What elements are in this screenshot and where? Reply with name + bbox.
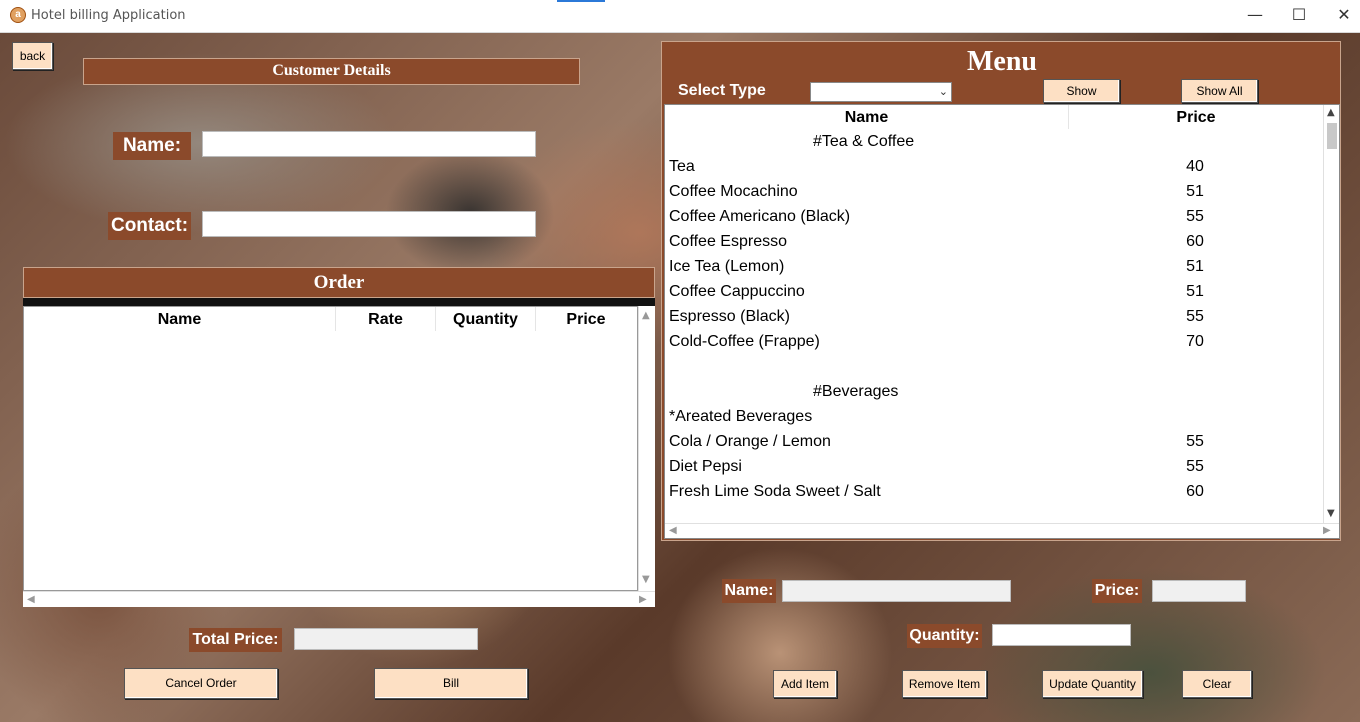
item-price-field[interactable] [1152,580,1246,602]
scroll-thumb[interactable] [1327,123,1337,149]
menu-item-name: Coffee Espresso [669,233,787,250]
add-item-button[interactable]: Add Item [773,670,837,698]
remove-item-button[interactable]: Remove Item [902,670,987,698]
menu-table[interactable]: Name Price #Tea & Coffee Tea 40 Coffee Moca… [664,104,1340,539]
order-col-rate[interactable]: Rate [336,307,436,331]
menu-item-name: Cola / Orange / Lemon [669,433,831,450]
menu-item-name: Tea [669,158,695,175]
menu-row[interactable]: Coffee Cappuccino 51 [665,279,1321,304]
menu-section-row: #Beverages [665,379,1321,404]
customer-contact-label: Contact: [108,212,191,240]
scroll-right-icon[interactable]: ▶ [1323,525,1331,536]
menu-row[interactable]: Tea 40 [665,154,1321,179]
menu-item-price: 51 [1186,283,1204,300]
item-quantity-input[interactable] [992,624,1131,646]
menu-row[interactable]: Cola / Orange / Lemon 55 [665,429,1321,454]
customer-name-input[interactable] [202,131,536,157]
minimize-button[interactable]: — [1232,0,1278,32]
menu-item-name: *Areated Beverages [669,408,813,425]
item-quantity-label: Quantity: [907,624,982,648]
item-name-field[interactable] [782,580,1011,602]
scroll-up-icon[interactable]: ▲ [1327,107,1335,118]
order-col-price[interactable]: Price [536,307,636,331]
order-col-name[interactable]: Name [24,307,336,331]
item-name-label: Name: [722,579,776,603]
order-table[interactable]: Name Rate Quantity Price [23,306,638,591]
menu-item-price: 55 [1186,433,1204,450]
update-quantity-button[interactable]: Update Quantity [1042,670,1143,698]
menu-row[interactable]: Diet Pepsi 55 [665,454,1321,479]
menu-item-price: 55 [1186,458,1204,475]
menu-item-name: Coffee Americano (Black) [669,208,851,225]
customer-name-label: Name: [113,132,191,160]
menu-item-price: 55 [1186,308,1204,325]
scroll-down-icon[interactable]: ▼ [1327,508,1335,519]
menu-vertical-scrollbar[interactable]: ▲ ▼ [1323,105,1339,523]
menu-item-name: #Beverages [813,383,899,400]
item-price-label: Price: [1092,579,1142,603]
chevron-down-icon[interactable]: ⌄ [939,85,948,98]
menu-col-price[interactable]: Price [1069,105,1323,129]
order-separator [23,298,655,306]
order-vertical-scrollbar[interactable]: ▲ ▼ [638,306,655,591]
menu-item-name: #Tea & Coffee [813,133,915,150]
customer-contact-input[interactable] [202,211,536,237]
menu-title: Menu [967,46,1037,77]
select-type-dropdown[interactable]: ⌄ [810,82,952,102]
select-type-label: Select Type [678,82,766,99]
menu-row[interactable]: Coffee Americano (Black) 55 [665,204,1321,229]
close-button[interactable]: ✕ [1321,0,1360,32]
menu-item-name: Coffee Mocachino [669,183,798,200]
menu-row [665,354,1321,379]
menu-item-name: Coffee Cappuccino [669,283,805,300]
menu-subsection-row: *Areated Beverages [665,404,1321,429]
menu-item-price: 51 [1186,183,1204,200]
menu-item-price: 40 [1186,158,1204,175]
show-button[interactable]: Show [1043,79,1120,103]
scroll-right-icon[interactable]: ▶ [639,594,647,605]
title-accent [557,0,605,2]
menu-item-price: 51 [1186,258,1204,275]
scroll-up-icon[interactable]: ▲ [642,310,650,321]
order-horizontal-scrollbar[interactable]: ◀ ▶ [23,591,655,607]
menu-item-name: Cold-Coffee (Frappe) [669,333,820,350]
menu-row[interactable]: Cold-Coffee (Frappe) 70 [665,329,1321,354]
back-button[interactable]: back [12,42,53,70]
scroll-left-icon[interactable]: ◀ [669,525,677,536]
menu-item-name: Espresso (Black) [669,308,790,325]
menu-row[interactable]: Espresso (Black) 55 [665,304,1321,329]
menu-item-price: 60 [1186,483,1204,500]
scroll-down-icon[interactable]: ▼ [642,574,650,585]
menu-col-name[interactable]: Name [665,105,1069,129]
window-title: Hotel billing Application [31,8,186,23]
total-price-label: Total Price: [189,628,282,652]
menu-item-name: Ice Tea (Lemon) [669,258,785,275]
clear-button[interactable]: Clear [1182,670,1252,698]
maximize-button[interactable]: ☐ [1276,0,1322,32]
menu-item-price: 70 [1186,333,1204,350]
order-col-quantity[interactable]: Quantity [436,307,536,331]
menu-item-price: 60 [1186,233,1204,250]
menu-item-price: 55 [1186,208,1204,225]
menu-row[interactable]: Coffee Espresso 60 [665,229,1321,254]
menu-row[interactable]: Coffee Mocachino 51 [665,179,1321,204]
menu-item-name: Fresh Lime Soda Sweet / Salt [669,483,881,500]
bill-button[interactable]: Bill [374,668,528,699]
title-bar: a Hotel billing Application — ☐ ✕ [0,0,1360,33]
menu-row[interactable]: Fresh Lime Soda Sweet / Salt 60 [665,479,1321,504]
app-icon: a [10,7,26,23]
show-all-button[interactable]: Show All [1181,79,1258,103]
cancel-order-button[interactable]: Cancel Order [124,668,278,699]
menu-item-name: Diet Pepsi [669,458,742,475]
menu-row[interactable]: Ice Tea (Lemon) 51 [665,254,1321,279]
customer-details-header: Customer Details [83,58,580,85]
menu-section-row: #Tea & Coffee [665,129,1321,154]
scroll-left-icon[interactable]: ◀ [27,594,35,605]
order-header: Order [23,267,655,298]
menu-horizontal-scrollbar[interactable]: ◀ ▶ [665,523,1339,538]
total-price-field [294,628,478,650]
menu-panel: Menu Select Type ⌄ Show Show All Name Pr… [661,41,1341,541]
